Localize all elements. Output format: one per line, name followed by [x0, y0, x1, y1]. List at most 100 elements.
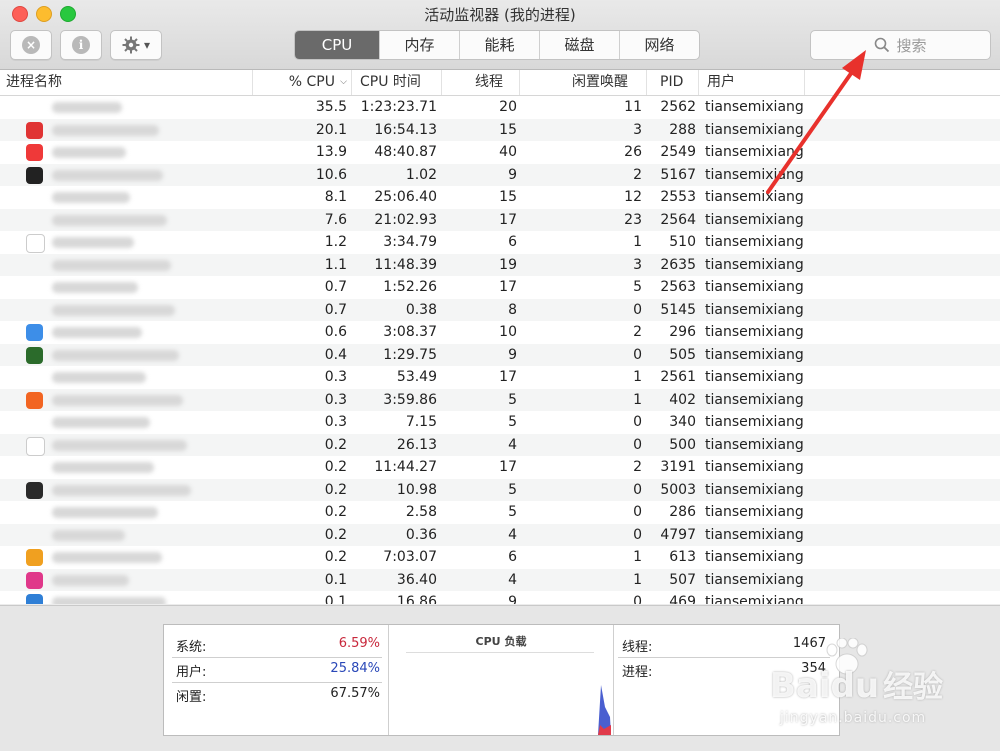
table-row[interactable]: 0.2 10.98 5 0 5003 tiansemixiang	[0, 478, 1000, 501]
cpu-percent-cell: 0.6	[324, 324, 347, 340]
threads-cell: 19	[499, 256, 517, 273]
table-row[interactable]: 13.9 48:40.87 40 26 2549 tiansemixiang	[0, 141, 1000, 164]
cpu-percent-cell: 10.6	[315, 166, 347, 183]
cpu-percent-cell: 35.5	[315, 99, 347, 115]
column-header-process-name[interactable]: 进程名称	[0, 70, 253, 95]
tab-memory[interactable]: 内存	[379, 31, 459, 59]
table-row[interactable]: 35.5 1:23:23.71 20 11 2562 tiansemixiang	[0, 96, 1000, 119]
cpu-time-cell: 16:54.13	[374, 121, 437, 138]
table-row[interactable]: 0.4 1:29.75 9 0 505 tiansemixiang	[0, 343, 1000, 366]
process-name-redacted	[52, 507, 158, 518]
table-row[interactable]: 0.3 7.15 5 0 340 tiansemixiang	[0, 411, 1000, 434]
process-name-redacted	[52, 147, 126, 158]
threads-label: 线程:	[622, 640, 653, 655]
threads-cell: 4	[508, 571, 517, 588]
user-cell: tiansemixiang	[705, 459, 804, 475]
user-cell: tiansemixiang	[705, 324, 804, 340]
threads-cell: 9	[508, 166, 517, 183]
search-field[interactable]: 搜索	[810, 30, 991, 60]
threads-cell: 9	[508, 346, 517, 363]
netease-music-icon	[26, 121, 43, 139]
process-name-redacted	[52, 237, 134, 248]
column-header-threads[interactable]: 线程	[442, 70, 520, 95]
pid-cell: 4797	[660, 526, 696, 543]
action-menu-button[interactable]: ▾	[110, 30, 162, 60]
cpu-percent-cell: 20.1	[315, 121, 347, 138]
threads-cell: 5	[508, 481, 517, 498]
user-cell: tiansemixiang	[705, 414, 804, 430]
table-row[interactable]: 0.2 0.36 4 0 4797 tiansemixiang	[0, 523, 1000, 546]
column-header-cpu-percent[interactable]: % CPU ⌵	[253, 70, 352, 95]
threads-cell: 6	[508, 234, 517, 250]
pid-cell: 340	[669, 414, 696, 430]
table-row[interactable]: 0.2 2.58 5 0 286 tiansemixiang	[0, 501, 1000, 524]
cpu-time-cell: 36.40	[396, 571, 437, 588]
cpu-time-cell: 7:03.07	[383, 549, 437, 565]
search-icon	[875, 37, 890, 53]
threads-cell: 17	[499, 211, 517, 228]
idle-wakeups-cell: 0	[633, 526, 642, 543]
process-name-redacted	[52, 372, 146, 383]
table-row[interactable]: 0.6 3:08.37 10 2 296 tiansemixiang	[0, 321, 1000, 344]
table-row[interactable]: 0.3 3:59.86 5 1 402 tiansemixiang	[0, 388, 1000, 411]
bartender-icon	[26, 346, 43, 364]
window-title: 活动监视器 (我的进程)	[424, 6, 576, 24]
table-row[interactable]: 0.7 1:52.26 17 5 2563 tiansemixiang	[0, 276, 1000, 299]
watermark-brand-tail: du	[830, 666, 880, 706]
idle-wakeups-cell: 0	[633, 436, 642, 453]
table-row[interactable]: 10.6 1.02 9 2 5167 tiansemixiang	[0, 163, 1000, 186]
cpu-time-cell: 48:40.87	[374, 144, 437, 160]
cpu-percent-cell: 0.2	[324, 481, 347, 498]
process-table[interactable]: 35.5 1:23:23.71 20 11 2562 tiansemixiang 20.1 1…	[0, 96, 1000, 604]
cpu-time-cell: 0.38	[405, 301, 437, 318]
threads-cell: 40	[499, 144, 517, 160]
tab-network[interactable]: 网络	[619, 31, 699, 59]
cpu-time-cell: 1.02	[405, 166, 437, 183]
table-row[interactable]: 20.1 16:54.13 15 3 288 tiansemixiang	[0, 118, 1000, 141]
table-row[interactable]: 0.7 0.38 8 0 5145 tiansemixiang	[0, 298, 1000, 321]
table-row[interactable]: 0.3 53.49 17 1 2561 tiansemixiang	[0, 366, 1000, 389]
pid-cell: 2562	[660, 99, 696, 115]
cpu-percent-cell: 0.3	[324, 369, 347, 385]
tab-energy[interactable]: 能耗	[459, 31, 539, 59]
stop-process-button[interactable]: ×	[10, 30, 52, 60]
cpu-time-cell: 2.58	[405, 504, 437, 520]
user-cell: tiansemixiang	[705, 189, 804, 205]
process-name-redacted	[52, 259, 171, 271]
cpu-time-cell: 11:48.39	[374, 256, 437, 273]
tab-disk[interactable]: 磁盘	[539, 31, 619, 59]
table-row[interactable]: 1.2 3:34.79 6 1 510 tiansemixiang	[0, 231, 1000, 254]
watermark-brand: Bai	[770, 666, 831, 706]
table-row[interactable]: 0.1 36.40 4 1 507 tiansemixiang	[0, 568, 1000, 591]
table-row[interactable]: 0.2 11:44.27 17 2 3191 tiansemixiang	[0, 456, 1000, 479]
inspect-process-button[interactable]: i	[60, 30, 102, 60]
tab-cpu[interactable]: CPU	[295, 31, 379, 59]
column-header-cpu-time[interactable]: CPU 时间	[352, 70, 442, 95]
table-row[interactable]: 0.2 7:03.07 6 1 613 tiansemixiang	[0, 546, 1000, 569]
finder-icon	[26, 324, 43, 341]
process-name-redacted	[52, 102, 122, 113]
cpu-time-cell: 3:34.79	[383, 234, 437, 250]
process-name-redacted	[52, 574, 129, 586]
process-name-redacted	[52, 394, 183, 406]
process-name-redacted	[52, 124, 159, 136]
table-row[interactable]: 7.6 21:02.93 17 23 2564 tiansemixiang	[0, 208, 1000, 231]
info-icon: i	[72, 36, 90, 54]
cpu-time-cell: 7.15	[405, 414, 437, 430]
cpu-percent-cell: 8.1	[324, 189, 347, 205]
table-row[interactable]: 0.1 16.86 9 0 469 tiansemixiang	[0, 591, 1000, 604]
threads-cell: 9	[508, 594, 517, 604]
user-cell: tiansemixiang	[705, 571, 804, 588]
threads-cell: 17	[499, 279, 517, 295]
pid-cell: 613	[669, 549, 696, 565]
threads-cell: 20	[499, 99, 517, 115]
column-header-pid[interactable]: PID	[647, 70, 699, 95]
column-header-idle-wakeups[interactable]: 闲置唤醒	[520, 70, 647, 95]
idle-wakeups-cell: 0	[633, 346, 642, 363]
table-row[interactable]: 0.2 26.13 4 0 500 tiansemixiang	[0, 433, 1000, 456]
column-header-user[interactable]: 用户	[699, 70, 805, 95]
table-row[interactable]: 8.1 25:06.40 15 12 2553 tiansemixiang	[0, 186, 1000, 209]
threads-cell: 5	[508, 391, 517, 408]
user-cell: tiansemixiang	[705, 166, 804, 183]
table-row[interactable]: 1.1 11:48.39 19 3 2635 tiansemixiang	[0, 253, 1000, 276]
